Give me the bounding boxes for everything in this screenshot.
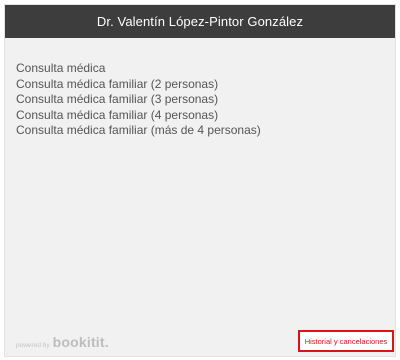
service-item-consulta-medica[interactable]: Consulta médica	[16, 61, 261, 77]
service-item-familiar-2[interactable]: Consulta médica familiar (2 personas)	[16, 77, 261, 93]
brand-name: bookitit	[52, 334, 105, 350]
service-item-familiar-4[interactable]: Consulta médica familiar (4 personas)	[16, 108, 261, 124]
powered-by-logo[interactable]: powered by bookitit .	[16, 334, 109, 350]
powered-by-label: powered by	[16, 342, 50, 349]
page-title: Dr. Valentín López-Pintor González	[96, 14, 304, 29]
header-bar: Dr. Valentín López-Pintor González	[5, 5, 395, 38]
service-item-familiar-3[interactable]: Consulta médica familiar (3 personas)	[16, 92, 261, 108]
service-list: Consulta médica Consulta médica familiar…	[16, 61, 261, 139]
history-cancellations-button[interactable]: Historial y cancelaciones	[298, 330, 394, 352]
booking-widget: Dr. Valentín López-Pintor González Consu…	[4, 4, 396, 357]
history-cancellations-label: Historial y cancelaciones	[304, 336, 388, 346]
service-item-familiar-mas-4[interactable]: Consulta médica familiar (más de 4 perso…	[16, 123, 261, 139]
brand-dot: .	[104, 334, 109, 350]
